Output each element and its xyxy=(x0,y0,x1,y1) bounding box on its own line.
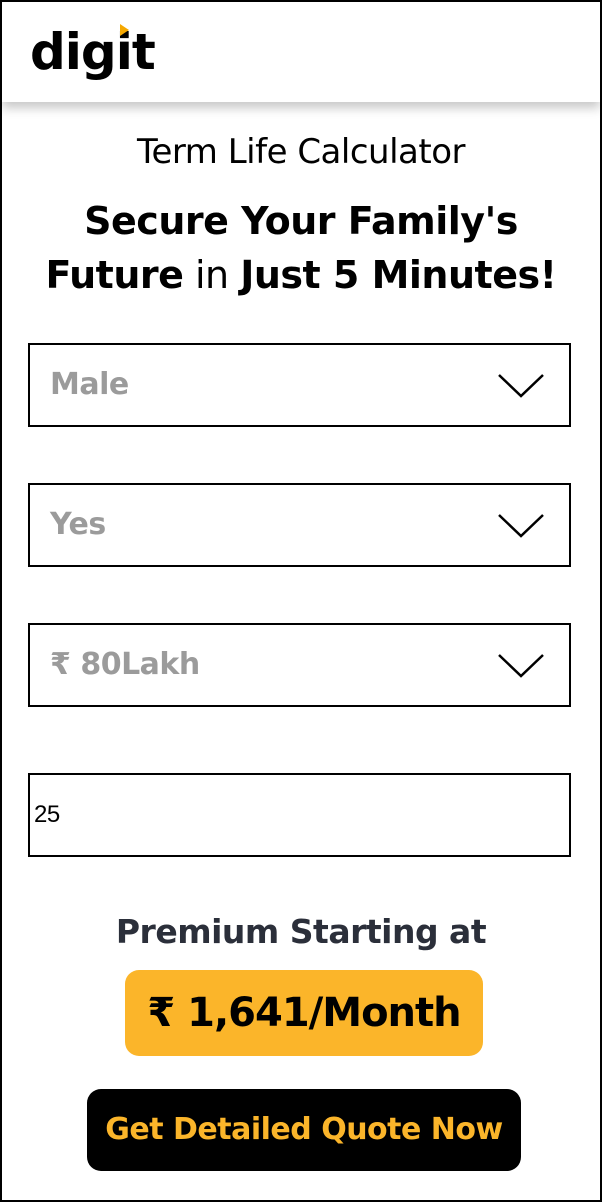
age-input[interactable]: 25 xyxy=(28,773,571,857)
gender-value: Male xyxy=(50,367,129,402)
cover-amount-value: ₹ 80Lakh xyxy=(50,647,200,682)
smoker-value: Yes xyxy=(50,507,106,542)
calculator-title: Term Life Calculator xyxy=(137,132,465,172)
headline-in: in xyxy=(183,253,241,297)
chevron-down-icon xyxy=(498,514,544,538)
calculator-widget: digit Term Life Calculator Secure Your F… xyxy=(0,0,602,1202)
logo-accent-mark xyxy=(120,24,129,36)
gender-select[interactable]: Male xyxy=(28,343,571,427)
headline: Secure Your Family's Future in Just 5 Mi… xyxy=(2,194,600,302)
premium-label: Premium Starting at xyxy=(115,912,487,951)
smoker-select[interactable]: Yes xyxy=(28,483,571,567)
headline-line-1: Secure Your Family's xyxy=(2,194,600,248)
headline-line-2: Future in Just 5 Minutes! xyxy=(2,248,600,302)
header-bar: digit xyxy=(2,2,600,102)
chevron-down-icon xyxy=(498,374,544,398)
headline-minutes: Just 5 Minutes! xyxy=(240,253,557,297)
get-quote-button[interactable]: Get Detailed Quote Now xyxy=(87,1089,521,1171)
premium-amount-badge: ₹ 1,641/Month xyxy=(125,970,483,1056)
logo-text: digit xyxy=(30,23,156,81)
age-value: 25 xyxy=(34,801,60,828)
chevron-down-icon xyxy=(498,654,544,678)
digit-logo[interactable]: digit xyxy=(30,20,170,90)
cover-amount-select[interactable]: ₹ 80Lakh xyxy=(28,623,571,707)
headline-future: Future xyxy=(45,253,184,297)
headline-part-1: Secure Your Family's xyxy=(84,199,518,243)
